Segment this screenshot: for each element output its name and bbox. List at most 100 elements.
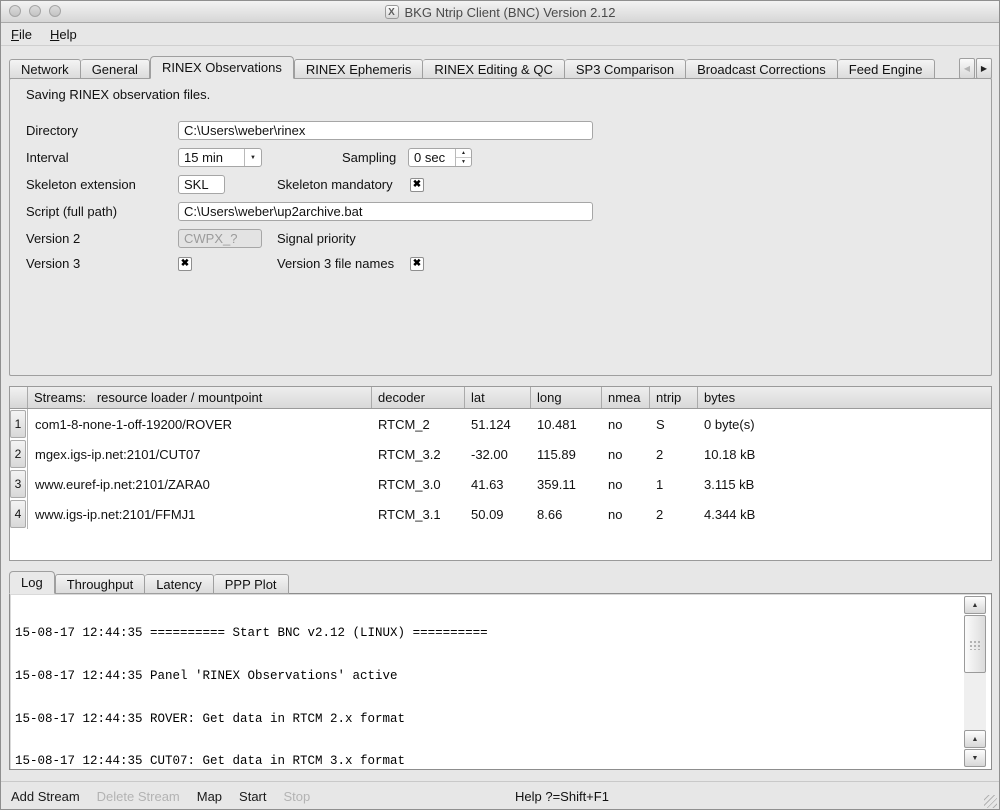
cell-decoder[interactable]: RTCM_3.2 xyxy=(372,439,465,469)
script-row: Script (full path) xyxy=(26,202,975,221)
cell-decoder[interactable]: RTCM_2 xyxy=(372,409,465,439)
scroll-up-icon[interactable]: ▲ xyxy=(964,596,986,614)
row-header[interactable]: 1 xyxy=(10,410,26,438)
col-decoder[interactable]: decoder xyxy=(372,387,465,408)
col-nmea[interactable]: nmea xyxy=(602,387,650,408)
table-row[interactable]: 4 www.igs-ip.net:2101/FFMJ1 RTCM_3.1 50.… xyxy=(10,499,991,529)
menu-file[interactable]: File xyxy=(11,27,32,42)
row-header[interactable]: 3 xyxy=(10,470,26,498)
cell-nmea[interactable]: no xyxy=(602,499,650,529)
spin-down-icon[interactable]: ▼ xyxy=(456,158,471,166)
scroll-up-icon[interactable]: ▲ xyxy=(964,730,986,748)
cell-bytes[interactable]: 3.115 kB xyxy=(698,469,991,499)
title-area: X BKG Ntrip Client (BNC) Version 2.12 xyxy=(1,1,999,23)
titlebar: X BKG Ntrip Client (BNC) Version 2.12 xyxy=(1,1,999,23)
cell-bytes[interactable]: 10.18 kB xyxy=(698,439,991,469)
cell-mountpoint[interactable]: mgex.igs-ip.net:2101/CUT07 xyxy=(28,439,372,469)
window-title: BKG Ntrip Client (BNC) Version 2.12 xyxy=(405,5,616,20)
tab-broadcast-corrections[interactable]: Broadcast Corrections xyxy=(686,59,838,79)
tab-rinex-editing-qc[interactable]: RINEX Editing & QC xyxy=(423,59,565,79)
tab-log[interactable]: Log xyxy=(9,571,55,594)
cell-lat[interactable]: 50.09 xyxy=(465,499,531,529)
scrollbar-thumb[interactable] xyxy=(964,615,986,673)
cell-lat[interactable]: -32.00 xyxy=(465,439,531,469)
interval-select[interactable]: 15 min ▼ xyxy=(178,148,262,167)
log-line: 15-08-17 12:44:35 ========== Start BNC v… xyxy=(15,626,961,640)
table-row[interactable]: 3 www.euref-ip.net:2101/ZARA0 RTCM_3.0 4… xyxy=(10,469,991,499)
version3-filenames-checkbox[interactable]: ✖ xyxy=(410,257,424,271)
cell-ntrip[interactable]: S xyxy=(650,409,698,439)
cell-decoder[interactable]: RTCM_3.1 xyxy=(372,499,465,529)
tab-general[interactable]: General xyxy=(81,59,150,79)
cell-ntrip[interactable]: 2 xyxy=(650,499,698,529)
sampling-stepper[interactable]: 0 sec ▲ ▼ xyxy=(408,148,472,167)
help-shortcut-label: Help ?=Shift+F1 xyxy=(515,789,609,804)
tab-latency[interactable]: Latency xyxy=(145,574,214,594)
cell-nmea[interactable]: no xyxy=(602,469,650,499)
tab-feed-engine[interactable]: Feed Engine xyxy=(838,59,935,79)
directory-input[interactable] xyxy=(178,121,593,140)
table-row[interactable]: 2 mgex.igs-ip.net:2101/CUT07 RTCM_3.2 -3… xyxy=(10,439,991,469)
menubar: File Help xyxy=(1,24,999,46)
delete-stream-button[interactable]: Delete Stream xyxy=(97,789,180,804)
skeleton-extension-input[interactable] xyxy=(178,175,225,194)
log-line: 15-08-17 12:44:35 Panel 'RINEX Observati… xyxy=(15,669,961,683)
cell-mountpoint[interactable]: com1-8-none-1-off-19200/ROVER xyxy=(28,409,372,439)
version3-label: Version 3 xyxy=(26,256,178,271)
resize-grip-icon[interactable] xyxy=(984,795,997,808)
tab-ppp-plot[interactable]: PPP Plot xyxy=(214,574,289,594)
scrollbar-track[interactable] xyxy=(964,673,986,730)
cell-lat[interactable]: 51.124 xyxy=(465,409,531,439)
col-ntrip[interactable]: ntrip xyxy=(650,387,698,408)
cell-long[interactable]: 115.89 xyxy=(531,439,602,469)
map-button[interactable]: Map xyxy=(197,789,222,804)
tab-rinex-observations[interactable]: RINEX Observations xyxy=(150,56,294,79)
cell-nmea[interactable]: no xyxy=(602,409,650,439)
cell-mountpoint[interactable]: www.euref-ip.net:2101/ZARA0 xyxy=(28,469,372,499)
col-long[interactable]: long xyxy=(531,387,602,408)
skeleton-row: Skeleton extension Skeleton mandatory ✖ xyxy=(26,175,975,194)
cell-ntrip[interactable]: 1 xyxy=(650,469,698,499)
log-line: 15-08-17 12:44:35 ROVER: Get data in RTC… xyxy=(15,712,961,726)
sampling-value: 0 sec xyxy=(409,149,455,166)
script-input[interactable] xyxy=(178,202,593,221)
col-bytes[interactable]: bytes xyxy=(698,387,991,408)
add-stream-button[interactable]: Add Stream xyxy=(11,789,80,804)
cell-lat[interactable]: 41.63 xyxy=(465,469,531,499)
col-streams[interactable]: Streams: resource loader / mountpoint xyxy=(28,387,372,408)
menu-help[interactable]: Help xyxy=(50,27,77,42)
directory-row: Directory xyxy=(26,121,975,140)
tab-scroll-left-icon[interactable]: ◀ xyxy=(959,58,975,79)
sampling-arrows[interactable]: ▲ ▼ xyxy=(455,149,471,166)
scroll-down-icon[interactable]: ▼ xyxy=(964,749,986,767)
tab-scroll-right-icon[interactable]: ▶ xyxy=(976,58,992,79)
skeleton-mandatory-checkbox[interactable]: ✖ xyxy=(410,178,424,192)
tab-sp3-comparison[interactable]: SP3 Comparison xyxy=(565,59,686,79)
log-scrollbar[interactable]: ▲ ▲ ▼ xyxy=(964,596,986,767)
tab-rinex-ephemeris[interactable]: RINEX Ephemeris xyxy=(294,59,423,79)
cell-nmea[interactable]: no xyxy=(602,439,650,469)
version3-checkbox[interactable]: ✖ xyxy=(178,257,192,271)
table-row[interactable]: 1 com1-8-none-1-off-19200/ROVER RTCM_2 5… xyxy=(10,409,991,439)
cell-bytes[interactable]: 4.344 kB xyxy=(698,499,991,529)
cell-ntrip[interactable]: 2 xyxy=(650,439,698,469)
directory-label: Directory xyxy=(26,123,178,138)
row-header[interactable]: 2 xyxy=(10,440,26,468)
cell-long[interactable]: 8.66 xyxy=(531,499,602,529)
cell-decoder[interactable]: RTCM_3.0 xyxy=(372,469,465,499)
tab-throughput[interactable]: Throughput xyxy=(55,574,146,594)
version3-row: Version 3 ✖ Version 3 file names ✖ xyxy=(26,254,975,273)
tab-network[interactable]: Network xyxy=(9,59,81,79)
spin-up-icon[interactable]: ▲ xyxy=(456,149,471,158)
row-header[interactable]: 4 xyxy=(10,500,26,528)
stop-button[interactable]: Stop xyxy=(284,789,311,804)
version3-filenames-label: Version 3 file names xyxy=(277,256,394,271)
interval-value: 15 min xyxy=(179,150,244,165)
start-button[interactable]: Start xyxy=(239,789,266,804)
cell-long[interactable]: 10.481 xyxy=(531,409,602,439)
col-lat[interactable]: lat xyxy=(465,387,531,408)
cell-long[interactable]: 359.11 xyxy=(531,469,602,499)
skeleton-extension-label: Skeleton extension xyxy=(26,177,178,192)
cell-bytes[interactable]: 0 byte(s) xyxy=(698,409,991,439)
cell-mountpoint[interactable]: www.igs-ip.net:2101/FFMJ1 xyxy=(28,499,372,529)
